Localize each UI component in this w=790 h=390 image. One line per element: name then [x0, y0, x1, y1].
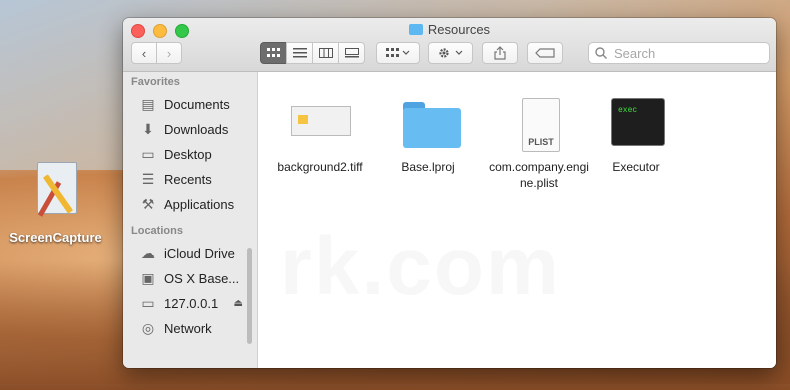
- watermark: rk.com: [280, 221, 561, 312]
- network-icon: ◎: [141, 320, 155, 336]
- column-view-button[interactable]: [312, 42, 339, 64]
- gallery-icon: [344, 48, 359, 58]
- file-name: background2.tiff: [277, 160, 363, 174]
- sidebar-item-label: 127.0.0.1: [164, 296, 219, 311]
- app-icon: [31, 160, 81, 218]
- grid-icon: [266, 48, 280, 57]
- desktop-file-screencapture[interactable]: ScreenCapture: [8, 160, 103, 245]
- chevron-left-icon: ‹: [141, 45, 147, 61]
- file-item[interactable]: Base.lproj: [368, 96, 488, 175]
- group-by-button[interactable]: [376, 42, 420, 64]
- sidebar-item-icloud-drive[interactable]: ☁ iCloud Drive: [123, 241, 257, 266]
- sidebar-item-label: Network: [164, 321, 212, 336]
- cloud-icon: ☁: [141, 245, 155, 261]
- computer-icon: ▭: [141, 295, 155, 311]
- action-menu-button[interactable]: [428, 42, 473, 64]
- window-title: Resources: [123, 22, 776, 37]
- file-name: Executor: [612, 160, 660, 174]
- folder-icon: [408, 24, 423, 35]
- file-item[interactable]: exec Executor: [576, 96, 696, 175]
- sidebar-item-label: Desktop: [164, 147, 212, 162]
- window-title-text: Resources: [427, 22, 491, 37]
- title-bar: Resources ‹ ›: [123, 18, 776, 72]
- group-icon: [386, 48, 410, 57]
- sidebar: Favorites ▤ Documents ⬇ Downloads ▭ Desktop…: [123, 72, 258, 368]
- plist-file-icon: PLIST: [508, 96, 570, 152]
- tag-icon: [535, 48, 555, 58]
- desktop-file-label: ScreenCapture: [9, 230, 102, 245]
- share-button[interactable]: [482, 42, 518, 64]
- disk-icon: ▣: [141, 270, 155, 286]
- gallery-view-button[interactable]: [338, 42, 365, 64]
- chevron-right-icon: ›: [166, 45, 172, 61]
- sidebar-item-applications[interactable]: ⚒ Applications: [123, 192, 257, 217]
- applications-icon: ⚒: [141, 196, 155, 212]
- recents-icon: ☰: [141, 171, 155, 187]
- exec-badge: exec: [618, 106, 638, 115]
- desktop-icon: ▭: [141, 146, 155, 162]
- sidebar-item-os-x-base[interactable]: ▣ OS X Base...: [123, 266, 257, 291]
- sidebar-section-locations: Locations: [131, 225, 183, 237]
- search-icon: [595, 47, 607, 59]
- sidebar-item-label: iCloud Drive: [164, 246, 235, 261]
- sidebar-item-documents[interactable]: ▤ Documents: [123, 92, 257, 117]
- sidebar-item-recents[interactable]: ☰ Recents: [123, 167, 257, 192]
- search-field[interactable]: [588, 42, 770, 64]
- sidebar-item-network[interactable]: ◎ Network: [123, 316, 257, 341]
- sidebar-item-label: Documents: [164, 97, 230, 112]
- tags-button[interactable]: [527, 42, 563, 64]
- sidebar-item-label: OS X Base...: [164, 271, 240, 286]
- plist-badge: PLIST: [528, 137, 554, 147]
- sidebar-item-desktop[interactable]: ▭ Desktop: [123, 142, 257, 167]
- sidebar-item-label: Downloads: [164, 122, 229, 137]
- share-icon: [494, 46, 506, 60]
- list-icon: [292, 48, 307, 58]
- sidebar-section-favorites: Favorites: [131, 76, 180, 88]
- sidebar-item-downloads[interactable]: ⬇ Downloads: [123, 117, 257, 142]
- sidebar-scrollbar[interactable]: [247, 248, 252, 344]
- back-button[interactable]: ‹: [131, 42, 157, 64]
- view-switcher: [260, 42, 365, 64]
- sidebar-item-localhost[interactable]: ▭ 127.0.0.1 ⏏: [123, 291, 257, 316]
- search-input[interactable]: [612, 44, 756, 62]
- finder-window: Resources ‹ › Search Favorites ▤ Documen…: [123, 18, 776, 368]
- downloads-icon: ⬇: [142, 121, 154, 137]
- forward-button[interactable]: ›: [156, 42, 182, 64]
- icon-view-button[interactable]: [260, 42, 287, 64]
- file-name: Base.lproj: [401, 160, 455, 174]
- sidebar-item-label: Applications: [164, 197, 235, 212]
- documents-icon: ▤: [141, 96, 155, 112]
- list-view-button[interactable]: [286, 42, 313, 64]
- folder-icon: [397, 96, 461, 151]
- columns-icon: [318, 48, 333, 58]
- terminal-icon: exec: [605, 96, 667, 151]
- sidebar-item-label: Recents: [164, 172, 212, 187]
- eject-icon[interactable]: ⏏: [234, 298, 243, 309]
- gear-icon: [438, 48, 462, 58]
- file-item[interactable]: background2.tiff: [260, 96, 380, 175]
- image-file-icon: [289, 96, 351, 151]
